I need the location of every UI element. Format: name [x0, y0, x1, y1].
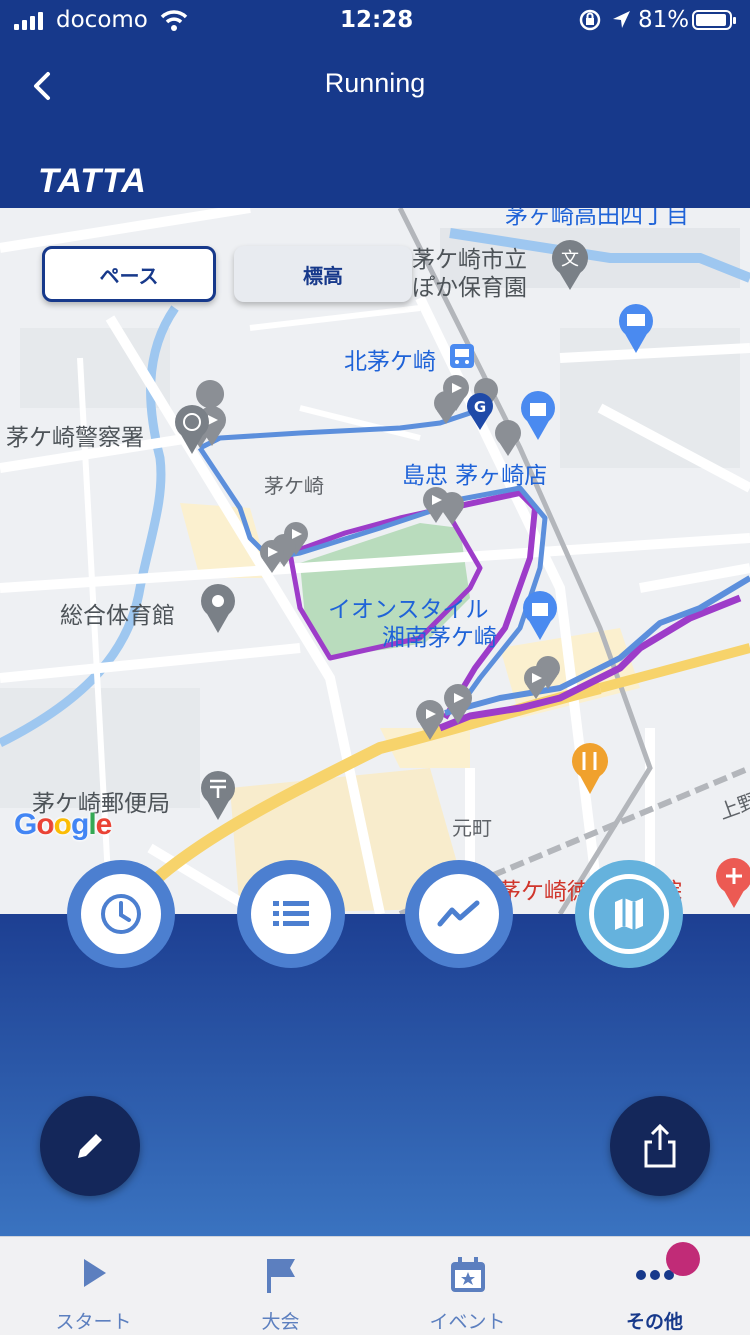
tab-event[interactable]: イベント: [374, 1237, 561, 1335]
tab-label-start: スタート: [55, 1311, 132, 1333]
chart-icon: [437, 900, 480, 927]
map-label-aeon-2: 湘南茅ケ崎: [382, 625, 497, 651]
map-label-gym: 総合体育館: [60, 603, 175, 629]
map-label-shimachu: 島忠 茅ヶ崎店: [402, 463, 548, 489]
svg-text:G: G: [474, 398, 486, 416]
tab-competition[interactable]: 大会: [187, 1237, 374, 1335]
elevation-toggle-button[interactable]: 標高: [234, 246, 412, 302]
pencil-icon: [78, 1134, 102, 1158]
school-icon: 文: [552, 240, 588, 290]
time-view-button[interactable]: [67, 860, 175, 968]
google-attribution: Google: [14, 808, 112, 841]
route-map[interactable]: G 文 ペース 標高 茅ヶ崎高田四丁目 茅ケ崎市立 ぽか保育園 北茅ケ崎 茅ケ崎…: [0, 208, 750, 914]
clock-time: 12:28: [340, 7, 414, 33]
chart-view-button[interactable]: [405, 860, 513, 968]
share-icon: [644, 1123, 676, 1168]
notification-badge: [666, 1242, 700, 1276]
hospital-icon: [716, 858, 750, 908]
list-icon: [273, 901, 309, 926]
map-label-police: 茅ケ崎警察署: [6, 425, 144, 451]
map-label-district: 茅ケ崎: [264, 474, 324, 498]
police-icon: [175, 405, 209, 454]
signal-icon: [14, 12, 43, 30]
tab-label-competition: 大会: [261, 1311, 300, 1333]
battery-percent: 81%: [638, 7, 690, 33]
share-button[interactable]: [610, 1096, 710, 1196]
page-title: Running: [324, 68, 426, 98]
rotation-lock-icon: [578, 7, 602, 39]
shopping-icon: [521, 391, 555, 440]
tab-start[interactable]: スタート: [0, 1237, 187, 1335]
shopping-icon-aeon: [523, 591, 557, 640]
flag-icon: [266, 1259, 295, 1293]
pin-icon-blue-top: [619, 304, 653, 353]
nav-bar: Running TATTA: [0, 44, 750, 208]
train-icon: [450, 344, 474, 368]
tatta-logo: TATTA: [38, 162, 147, 200]
battery-icon: [692, 10, 736, 30]
tab-more[interactable]: その他: [561, 1237, 748, 1335]
restaurant-icon: [572, 743, 608, 794]
wifi-icon: [160, 8, 188, 38]
carrier-name: docomo: [56, 7, 148, 33]
tab-bar: スタート 大会 イベント その他: [0, 1236, 750, 1335]
map-label-nursery-2: ぽか保育園: [412, 275, 527, 301]
calendar-icon: [450, 1257, 485, 1292]
goal-marker-icon: G: [467, 393, 493, 430]
pin-icon: [201, 584, 235, 633]
post-icon: [201, 771, 235, 820]
map-view-button[interactable]: [575, 860, 683, 968]
edit-button[interactable]: [40, 1096, 140, 1196]
map-label-motomachi: 元町: [452, 816, 492, 840]
play-icon: [83, 1259, 106, 1287]
svg-text:文: 文: [561, 249, 579, 270]
tab-label-more: その他: [625, 1311, 683, 1333]
tab-label-event: イベント: [429, 1311, 506, 1333]
clock-icon: [101, 894, 141, 934]
status-bar: docomo 12:28 81%: [0, 0, 750, 44]
map-label-station: 北茅ケ崎: [344, 349, 436, 375]
map-icon: [615, 898, 643, 930]
list-view-button[interactable]: [237, 860, 345, 968]
pace-toggle-button[interactable]: ペース: [42, 246, 216, 302]
location-arrow-icon: [610, 7, 632, 39]
map-label-top: 茅ヶ崎高田四丁目: [505, 208, 689, 229]
